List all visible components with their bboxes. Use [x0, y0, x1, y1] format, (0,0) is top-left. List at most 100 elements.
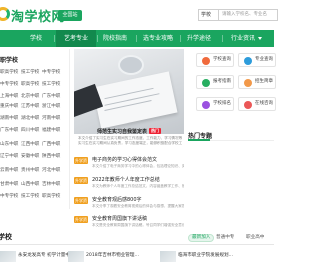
- tool-label: 学校查询: [213, 57, 231, 62]
- school-list-item[interactable]: 2018年吉林市物业管理…: [86, 252, 139, 262]
- sidebar-link[interactable]: 广东中职: [0, 127, 21, 133]
- school-thumbnail[interactable]: [160, 251, 176, 262]
- nav-divider: [180, 35, 181, 42]
- coffee-cup-icon: [118, 55, 144, 75]
- sidebar-link[interactable]: 贵州中职: [21, 167, 42, 173]
- sidebar-row: 山东中职 江西中职 广西中职: [0, 141, 63, 147]
- news-title[interactable]: 电子商务的学习心得体会范文: [92, 156, 157, 163]
- news-title[interactable]: 2022年教师个人年度工作总结: [92, 176, 160, 183]
- sidebar-link[interactable]: 上海中职: [0, 93, 21, 99]
- sidebar-link[interactable]: 职高学校: [42, 193, 63, 199]
- nav-item-art-major[interactable]: 艺考专业: [56, 30, 96, 47]
- site-logo[interactable]: 淘学校网: [11, 6, 65, 25]
- sidebar-link[interactable]: 河南中职: [42, 115, 63, 121]
- sidebar-link[interactable]: 浙江中职: [42, 103, 63, 109]
- nav-item-pathway[interactable]: 升学途径: [184, 30, 214, 47]
- brochure-icon: [244, 79, 252, 87]
- search-input[interactable]: 请输入学校名、专业名: [218, 9, 278, 21]
- sidebar-link[interactable]: 甘肃中职: [0, 181, 21, 187]
- tool-label: 报考指南: [213, 79, 231, 84]
- tool-label: 在线咨询: [255, 101, 273, 106]
- tab-vocational-high[interactable]: 职业高中: [246, 234, 264, 242]
- sidebar-link[interactable]: 中专学校: [0, 81, 21, 87]
- news-item[interactable]: 升学资讯 2022年教师个人年度工作总结 本文为教师个人年度工作总结范文，内容涵…: [74, 176, 184, 198]
- sidebar-link[interactable]: 江西中职: [21, 141, 42, 147]
- sidebar-link[interactable]: 江苏中职: [21, 103, 42, 109]
- school-list-item[interactable]: 永安龙发高专 初学计量中…: [18, 252, 75, 262]
- school-thumbnail[interactable]: [68, 251, 84, 262]
- nav-divider: [136, 35, 137, 42]
- sidebar-link[interactable]: 四川中职: [21, 127, 42, 133]
- school-icon: [202, 57, 210, 65]
- sidebar-link[interactable]: 技工学校: [21, 193, 42, 199]
- sidebar-row: 上海中职 北京中职 广东中职: [0, 93, 63, 99]
- tool-major-search-button[interactable]: 专业查询: [238, 53, 276, 67]
- tab-latest[interactable]: 最新加入: [188, 234, 215, 242]
- sidebar-link[interactable]: 湖北中职: [21, 115, 42, 121]
- sidebar-link[interactable]: 广东中职: [42, 93, 63, 99]
- hero-banner-image[interactable]: [74, 49, 184, 134]
- sidebar-row: 云南中职 贵州中职 河北中职: [0, 167, 63, 173]
- sidebar-link[interactable]: 安徽中职: [21, 153, 42, 159]
- logo-icon[interactable]: [0, 7, 10, 21]
- sidebar-link[interactable]: 陕西中职: [42, 153, 63, 159]
- sidebar-link[interactable]: 湖南中职: [0, 115, 21, 121]
- news-category-badge: 升学资讯: [74, 216, 88, 229]
- news-title[interactable]: 安全教育观后感800字: [92, 196, 142, 203]
- sidebar-row: 甘肃中职 山西中职 吉林中职: [0, 181, 63, 187]
- search-type-select[interactable]: 学校: [198, 9, 218, 21]
- tool-school-search-button[interactable]: 学校查询: [196, 53, 234, 67]
- guide-icon: [202, 79, 210, 87]
- news-category-badge: 升学资讯: [74, 157, 88, 170]
- sidebar-row: 湖南中职 湖北中职 河南中职: [0, 115, 63, 121]
- tool-label: 招生简章: [255, 79, 273, 84]
- vocational-school-sidebar: 职学校 职高学校 技工学校 中专学校 中专学校 职高学校 技工学校 上海中职 北京中职 广东…: [0, 49, 70, 209]
- news-summary: 本文分享了观看安全教育视频后的体会与感想，提醒大家提高安全意识，珍爱生命。: [92, 204, 184, 208]
- tool-guide-button[interactable]: 报考指南: [196, 75, 234, 89]
- school-thumbnail[interactable]: [0, 251, 16, 262]
- news-item[interactable]: 升学资讯 电子商务的学习心得体会范文 本文介绍了电子商务学习中的心得体会，包括理…: [74, 156, 184, 178]
- news-category-badge: 升学资讯: [74, 197, 88, 210]
- nav-item-guide[interactable]: 院校指南: [100, 30, 130, 47]
- sidebar-link[interactable]: 山西中职: [21, 181, 42, 187]
- sidebar-link[interactable]: 福建中职: [42, 127, 63, 133]
- tool-rank-button[interactable]: 学校排名: [196, 97, 234, 111]
- sidebar-link[interactable]: 中专学校: [42, 69, 63, 75]
- news-item[interactable]: 升学资讯 安全教育周国旗下讲话稿 本文是安全教育周国旗下讲话稿，号召同学们增强安…: [74, 215, 184, 237]
- hero-caption[interactable]: 师范生实习自我鉴定表 热门: [74, 128, 184, 135]
- region-switch-button[interactable]: 全国站: [58, 10, 82, 21]
- major-icon: [244, 57, 252, 65]
- sidebar-link[interactable]: 山东中职: [0, 141, 21, 147]
- nav-item-school[interactable]: 学校: [26, 30, 46, 47]
- news-title[interactable]: 安全教育周国旗下讲话稿: [92, 215, 147, 222]
- sidebar-row: 中专学校 技工学校 职高学校: [0, 193, 63, 199]
- sidebar-link[interactable]: 中专学校: [0, 193, 21, 199]
- nav-item-news[interactable]: 行业资讯: [228, 30, 258, 47]
- chat-icon: [244, 101, 252, 109]
- tool-chat-button[interactable]: 在线咨询: [238, 97, 276, 111]
- sidebar-link[interactable]: 技工学校: [42, 81, 63, 87]
- sidebar-link[interactable]: 广西中职: [42, 141, 63, 147]
- sidebar-link[interactable]: 吉林中职: [42, 181, 63, 187]
- sidebar-link[interactable]: 重庆中职: [0, 103, 21, 109]
- hero-description: 实习生在实习期间认真负责，学习态度端正，能够积极配合学校工作。: [78, 141, 182, 145]
- main-nav: 学校 艺考专业 院校指南 选专业攻略 升学途径 行业资讯: [0, 30, 274, 47]
- sidebar-link[interactable]: 北京中职: [21, 93, 42, 99]
- sidebar-link[interactable]: 技工学校: [21, 69, 42, 75]
- tab-regular-vocational[interactable]: 普通中专: [216, 234, 234, 242]
- tool-brochure-button[interactable]: 招生简章: [238, 75, 276, 89]
- hero-caption-text[interactable]: 师范生实习自我鉴定表: [97, 129, 147, 135]
- nav-divider: [97, 35, 98, 42]
- nav-item-major-strategy[interactable]: 选专业攻略: [140, 30, 176, 47]
- news-category-badge: 升学资讯: [74, 177, 88, 190]
- sidebar-link[interactable]: 辽宁中职: [0, 153, 21, 159]
- nav-divider: [222, 35, 223, 42]
- sidebar-link[interactable]: 云南中职: [0, 167, 21, 173]
- nav-divider: [54, 35, 55, 42]
- sidebar-row: 辽宁中职 安徽中职 陕西中职: [0, 153, 63, 159]
- sidebar-link[interactable]: 河北中职: [42, 167, 63, 173]
- sidebar-link[interactable]: 职高学校: [21, 81, 42, 87]
- sidebar-title: 职学校: [0, 57, 19, 64]
- sidebar-link[interactable]: 职高学校: [0, 69, 21, 75]
- school-list-item[interactable]: 临海市职业学院发展规划…: [178, 252, 233, 262]
